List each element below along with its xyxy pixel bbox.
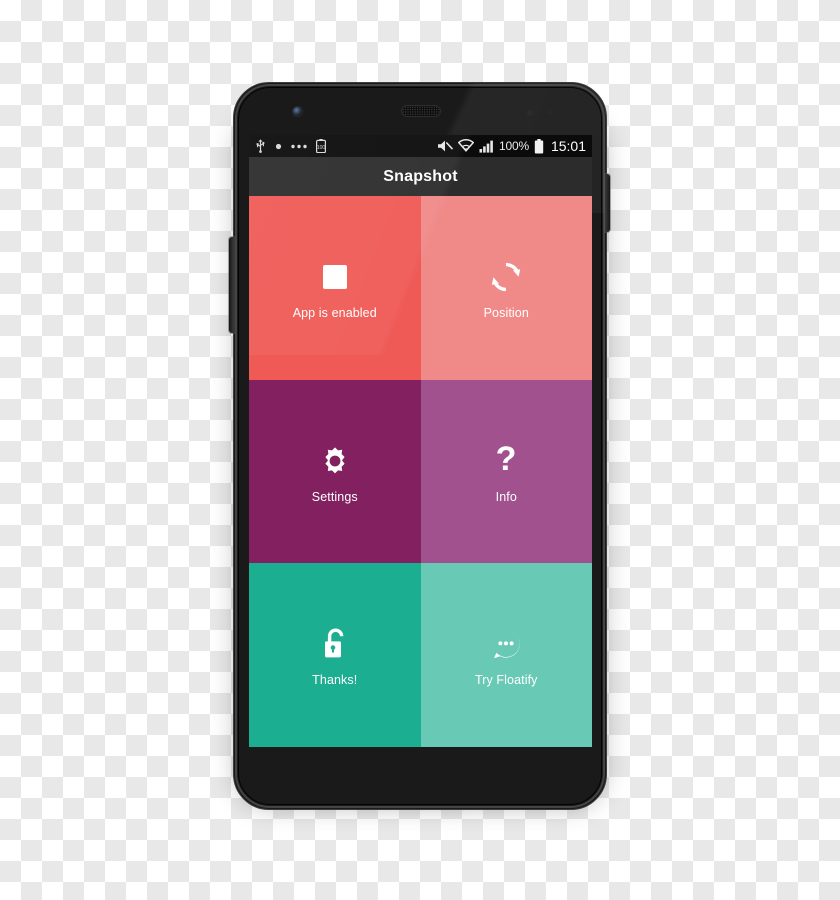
phone-body: 100 100% 15:01 Snapshot App is enabled P… bbox=[233, 82, 607, 810]
tile-position[interactable]: Position bbox=[420, 196, 592, 380]
question-mark-icon: ? bbox=[493, 440, 519, 482]
wifi-icon bbox=[458, 139, 475, 153]
signal-icon bbox=[479, 140, 494, 153]
action-bar: Snapshot bbox=[249, 157, 592, 196]
power-button[interactable] bbox=[605, 174, 610, 232]
proximity-sensor-icon bbox=[527, 110, 533, 116]
front-camera-icon bbox=[293, 107, 302, 116]
device-illustration: 100 100% 15:01 Snapshot App is enabled P… bbox=[0, 0, 840, 900]
tile-thanks[interactable]: Thanks! bbox=[249, 563, 421, 747]
tile-label: App is enabled bbox=[292, 306, 377, 321]
tile-info[interactable]: ? Info bbox=[420, 379, 592, 564]
tile-grid: App is enabled Position Settings ? Info … bbox=[249, 196, 592, 747]
volume-button[interactable] bbox=[229, 237, 234, 333]
tile-label: Thanks! bbox=[312, 673, 358, 688]
page-title: Snapshot bbox=[383, 167, 458, 185]
svg-text:?: ? bbox=[496, 443, 517, 478]
svg-text:100: 100 bbox=[317, 145, 326, 151]
tile-label: Position bbox=[483, 306, 529, 321]
tile-app-enabled[interactable]: App is enabled bbox=[249, 196, 421, 380]
battery-full-icon bbox=[534, 138, 544, 154]
more-dots-icon bbox=[291, 144, 307, 149]
status-bar-left-icons: 100 bbox=[255, 139, 326, 153]
status-bar-clock: 15:01 bbox=[550, 138, 586, 154]
tile-settings[interactable]: Settings bbox=[249, 379, 421, 564]
tile-try-floatify[interactable]: Try Floatify bbox=[420, 563, 592, 747]
mute-icon bbox=[437, 139, 453, 153]
status-bar-right-icons: 100% 15:01 bbox=[437, 138, 586, 154]
light-sensor-icon bbox=[547, 110, 552, 115]
gear-icon bbox=[319, 440, 351, 482]
usb-icon bbox=[255, 139, 266, 153]
phone-screen: 100 100% 15:01 Snapshot App is enabled P… bbox=[249, 135, 592, 747]
tile-label: Try Floatify bbox=[474, 673, 538, 688]
status-bar: 100 100% 15:01 bbox=[249, 135, 592, 157]
tile-label: Settings bbox=[311, 489, 358, 504]
earpiece-speaker-icon bbox=[401, 105, 441, 117]
sync-rotate-icon bbox=[489, 256, 523, 298]
smartphone: 100 100% 15:01 Snapshot App is enabled P… bbox=[229, 82, 610, 810]
earpiece-mesh bbox=[402, 106, 440, 116]
tile-label: Info bbox=[495, 489, 517, 504]
battery-percent-label: 100% bbox=[499, 139, 529, 153]
stop-square-icon bbox=[321, 256, 349, 298]
dot-icon bbox=[275, 143, 282, 150]
battery-saver-icon: 100 bbox=[316, 139, 326, 153]
unlock-icon bbox=[320, 623, 350, 665]
chat-bubble-dots-icon bbox=[489, 623, 523, 665]
